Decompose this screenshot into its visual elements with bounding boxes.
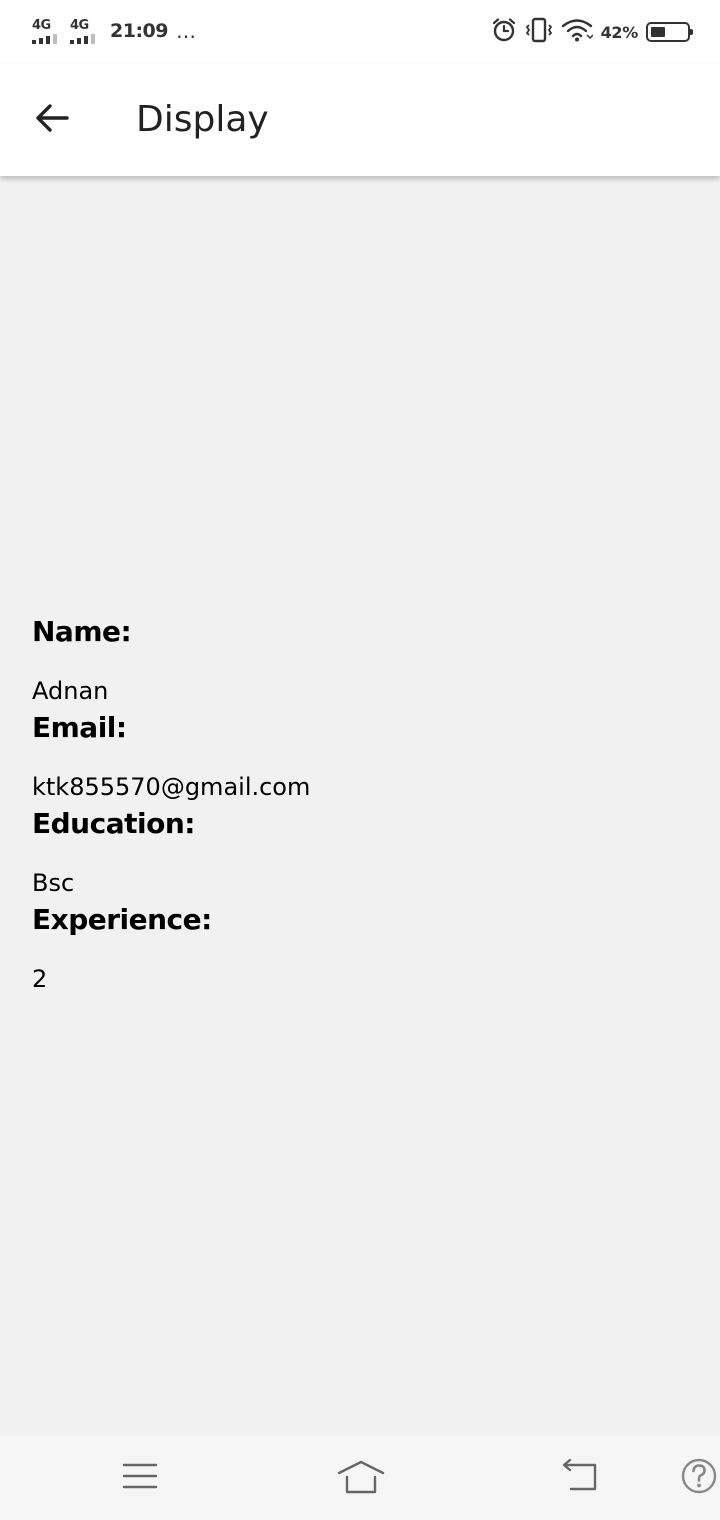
menu-icon: [122, 1461, 158, 1495]
education-label: Education:: [32, 807, 195, 840]
more-notifications-icon: …: [175, 19, 197, 43]
help-button[interactable]: [680, 1456, 718, 1500]
back-icon: [559, 1458, 599, 1497]
email-label: Email:: [32, 711, 127, 744]
back-button[interactable]: [22, 92, 82, 148]
arrow-left-icon: [34, 102, 70, 138]
status-time: 21:09: [110, 20, 168, 42]
alarm-icon: [491, 17, 517, 47]
page-title: Display: [136, 99, 269, 140]
network-type-1: 4G: [32, 17, 51, 33]
status-left: 4G 4G 21:09 …: [32, 16, 197, 46]
email-value: ktk855570@gmail.com: [32, 773, 311, 801]
experience-label: Experience:: [32, 903, 212, 936]
battery-percent: 42%: [600, 22, 639, 42]
education-value: Bsc: [32, 869, 75, 897]
vibrate-icon: [525, 17, 553, 47]
experience-value: 2: [32, 965, 48, 993]
details-section: Name: Adnan Email: ktk855570@gmail.com E…: [32, 612, 692, 996]
signal-icon: 4G: [70, 17, 100, 44]
help-icon: [681, 1458, 717, 1498]
battery-icon: [646, 22, 693, 42]
navigation-bar: [0, 1436, 720, 1520]
menu-button[interactable]: [120, 1456, 160, 1500]
name-label: Name:: [32, 615, 132, 648]
name-value: Adnan: [32, 677, 109, 705]
wifi-icon: [561, 18, 594, 46]
status-bar: 4G 4G 21:09 … 42%: [0, 0, 720, 64]
network-type-2: 4G: [70, 17, 89, 33]
status-right: 42%: [491, 16, 693, 48]
app-bar: Display: [0, 64, 720, 176]
home-button[interactable]: [334, 1456, 388, 1500]
home-icon: [336, 1458, 386, 1498]
signal-icon: 4G: [32, 17, 62, 44]
back-nav-button[interactable]: [558, 1456, 600, 1500]
